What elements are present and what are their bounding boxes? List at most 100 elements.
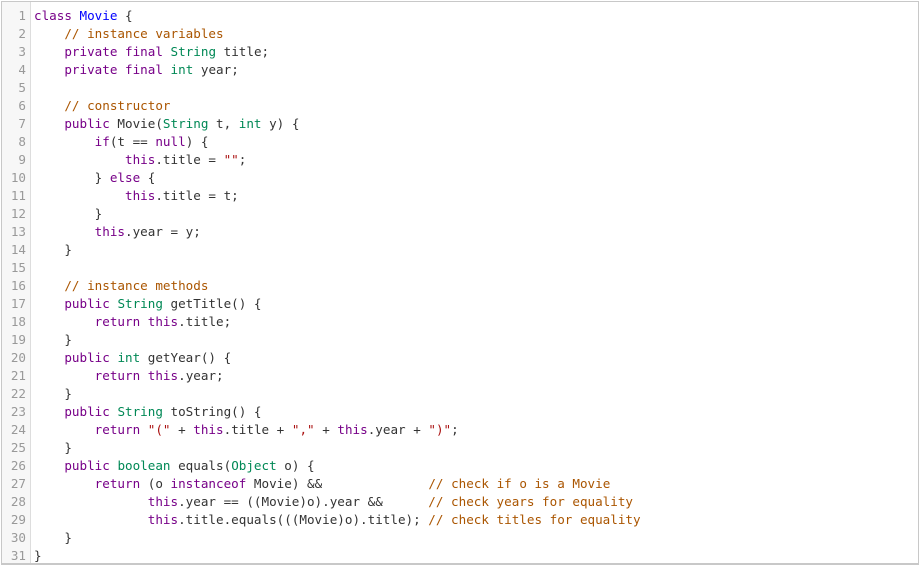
code-text: year;: [193, 62, 239, 77]
line-code: }: [34, 385, 72, 403]
keyword-token: public: [64, 296, 110, 311]
code-text: .title =: [155, 152, 224, 167]
line-code: }: [34, 529, 72, 547]
line-number: 20: [10, 350, 26, 365]
code-line[interactable]: 25 }: [2, 439, 918, 457]
code-line[interactable]: 31}: [2, 547, 918, 565]
line-code: public Movie(String t, int y) {: [34, 115, 299, 133]
code-line[interactable]: 19 }: [2, 331, 918, 349]
code-line[interactable]: 8 if(t == null) {: [2, 133, 918, 151]
line-code: }: [34, 205, 103, 223]
keyword-token: public: [64, 404, 110, 419]
comment-token: // instance variables: [64, 26, 224, 41]
code-line[interactable]: 27 return (o instanceof Movie) && // che…: [2, 475, 918, 493]
line-code: }: [34, 241, 72, 259]
code-line[interactable]: 26 public boolean equals(Object o) {: [2, 457, 918, 475]
line-code: this.year = y;: [34, 223, 201, 241]
line-code: return (o instanceof Movie) && // check …: [34, 475, 611, 493]
code-line[interactable]: 20 public int getYear() {: [2, 349, 918, 367]
code-line[interactable]: 9 this.title = "";: [2, 151, 918, 169]
code-text: }: [34, 440, 72, 455]
code-line[interactable]: 13 this.year = y;: [2, 223, 918, 241]
comment-token: // check titles for equality: [428, 512, 641, 527]
code-line[interactable]: 30 }: [2, 529, 918, 547]
code-line[interactable]: 29 this.title.equals(((Movie)o).title); …: [2, 511, 918, 529]
line-code: }: [34, 331, 72, 349]
keyword-token: public: [64, 116, 110, 131]
line-number: 24: [10, 422, 26, 437]
code-text: }: [34, 332, 72, 347]
keyword-token: this: [147, 368, 179, 383]
code-line[interactable]: 2 // instance variables: [2, 25, 918, 43]
comment-token: // constructor: [64, 98, 171, 113]
code-text: title;: [216, 44, 270, 59]
keyword-token: instanceof: [170, 476, 247, 491]
code-line[interactable]: 18 return this.title;: [2, 313, 918, 331]
keyword-token: return: [94, 314, 141, 329]
code-lines[interactable]: 1 class Movie {2 // instance variables 3 p…: [2, 7, 918, 565]
string-token: "": [223, 152, 239, 167]
code-text: .year == ((Movie)o).year &&: [178, 494, 429, 509]
code-line[interactable]: 24 return "(" + this.title + "," + this.…: [2, 421, 918, 439]
code-line[interactable]: 23 public String toString() {: [2, 403, 918, 421]
code-text: }: [34, 386, 72, 401]
code-line[interactable]: 3 private final String title;: [2, 43, 918, 61]
type-token: boolean: [117, 458, 171, 473]
keyword-token: final: [125, 62, 163, 77]
code-line[interactable]: 21 return this.year;: [2, 367, 918, 385]
code-line[interactable]: 22 }: [2, 385, 918, 403]
line-code: this.title = "";: [34, 151, 246, 169]
keyword-token: public: [64, 458, 110, 473]
code-line[interactable]: 11 this.title = t;: [2, 187, 918, 205]
line-number: 14: [10, 242, 26, 257]
class-name-token: Movie: [79, 8, 118, 23]
code-text: +: [170, 422, 194, 437]
line-number: 11: [10, 188, 26, 203]
code-line[interactable]: 5: [2, 79, 918, 97]
line-code: public String getTitle() {: [34, 295, 261, 313]
code-line[interactable]: 1 class Movie {: [2, 7, 918, 25]
code-text: }: [34, 206, 103, 221]
code-line[interactable]: 4 private final int year;: [2, 61, 918, 79]
code-line[interactable]: 10 } else {: [2, 169, 918, 187]
line-number: 30: [10, 530, 26, 545]
code-text: Movie) &&: [246, 476, 429, 491]
line-number: 1: [18, 8, 26, 23]
code-text: o) {: [276, 458, 315, 473]
code-line[interactable]: 16 // instance methods: [2, 277, 918, 295]
code-line[interactable]: 7 public Movie(String t, int y) {: [2, 115, 918, 133]
code-editor[interactable]: 1 class Movie {2 // instance variables 3 p…: [1, 1, 919, 565]
line-code: public boolean equals(Object o) {: [34, 457, 315, 475]
line-code: return this.title;: [34, 313, 232, 331]
line-number: 18: [10, 314, 26, 329]
code-text: }: [34, 242, 72, 257]
line-code: public int getYear() {: [34, 349, 231, 367]
code-text: t,: [208, 116, 239, 131]
code-line[interactable]: 28 this.year == ((Movie)o).year && // ch…: [2, 493, 918, 511]
code-text: .year = y;: [125, 224, 201, 239]
line-code: public String toString() {: [34, 403, 261, 421]
keyword-token: class: [34, 8, 72, 23]
code-text: (t ==: [109, 134, 156, 149]
line-number: 2: [18, 26, 26, 41]
keyword-token: if: [94, 134, 110, 149]
code-line[interactable]: 12 }: [2, 205, 918, 223]
code-line[interactable]: 15: [2, 259, 918, 277]
code-text: +: [314, 422, 338, 437]
code-line[interactable]: 14 }: [2, 241, 918, 259]
code-line[interactable]: 6 // constructor: [2, 97, 918, 115]
code-line[interactable]: 17 public String getTitle() {: [2, 295, 918, 313]
line-number: 26: [10, 458, 26, 473]
